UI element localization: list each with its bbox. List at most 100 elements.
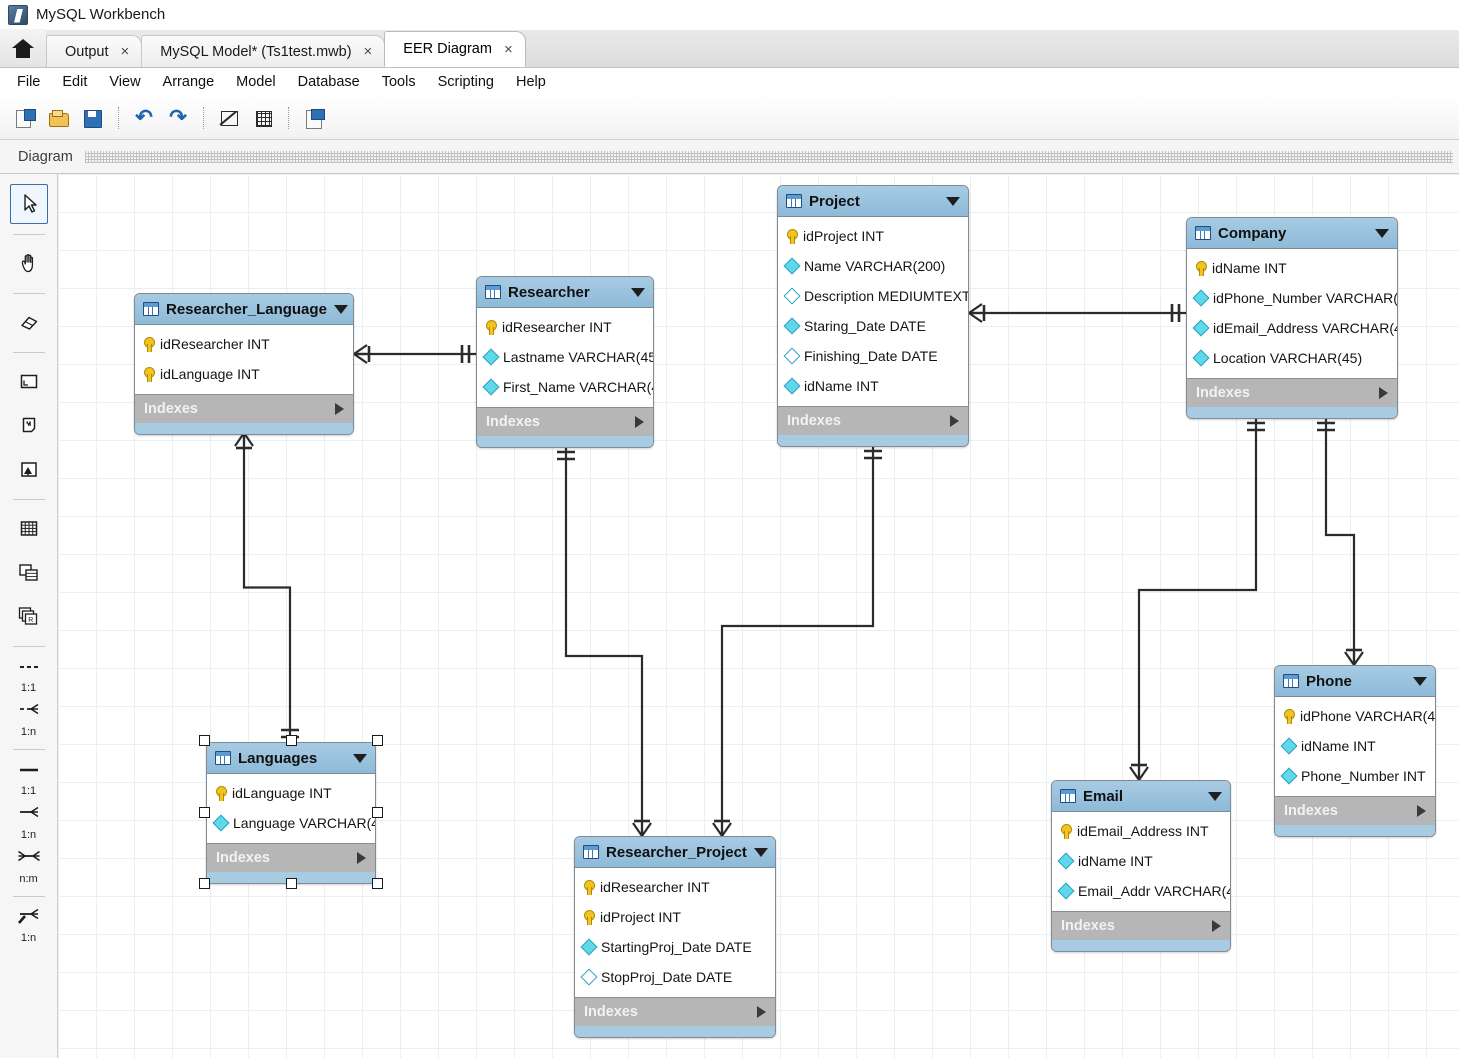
table-tool[interactable] [10,508,48,548]
entity-header[interactable]: Researcher_Language [135,294,353,325]
entity-column[interactable]: First_Name VARCHAR(45) [477,372,653,402]
toggle-edit-button[interactable] [214,103,244,133]
entity-table-company[interactable]: Company idName INT idPhone_Number VARCHAR(… [1186,217,1398,419]
entity-column[interactable]: Phone_Number INT [1275,761,1435,791]
new-document-button[interactable] [10,103,40,133]
chevron-down-icon[interactable] [1208,791,1222,801]
tab-mysql-model[interactable]: MySQL Model* (Ts1test.mwb) × [141,35,386,67]
tab-output[interactable]: Output × [46,35,143,67]
expand-arrow-icon[interactable] [1212,920,1221,932]
entity-header[interactable]: Phone [1275,666,1435,697]
entity-table-researcher[interactable]: Researcher idResearcher INT Lastname VARCH… [476,276,654,448]
expand-arrow-icon[interactable] [635,416,644,428]
menu-view[interactable]: View [98,70,151,94]
toggle-grid-button[interactable] [248,103,278,133]
eer-diagram-canvas[interactable]: Researcher_Language idResearcher INT idLan… [58,174,1459,1058]
entity-table-email[interactable]: Email idEmail_Address INT idName INT Email_… [1051,780,1231,952]
chevron-down-icon[interactable] [353,753,367,763]
home-tab[interactable] [0,29,46,67]
menu-arrange[interactable]: Arrange [152,70,226,94]
entity-indexes-section[interactable]: Indexes [207,843,375,872]
entity-table-languages[interactable]: Languages idLanguage INT Language VARCHAR(… [206,742,376,884]
entity-indexes-section[interactable]: Indexes [575,997,775,1026]
entity-header[interactable]: Company [1187,218,1397,249]
expand-arrow-icon[interactable] [950,415,959,427]
entity-column[interactable]: Email_Addr VARCHAR(45) [1052,876,1230,906]
entity-header[interactable]: Researcher [477,277,653,308]
menu-file[interactable]: File [6,70,51,94]
entity-column[interactable]: idEmail_Address INT [1052,816,1230,846]
entity-header[interactable]: Researcher_Project [575,837,775,868]
relation-1-n-identifying-tool[interactable]: 1:n [10,802,48,842]
entity-indexes-section[interactable]: Indexes [1052,911,1230,940]
entity-indexes-section[interactable]: Indexes [1187,378,1397,407]
new-model-button[interactable] [299,103,329,133]
expand-arrow-icon[interactable] [335,403,344,415]
entity-column[interactable]: idName INT [1052,846,1230,876]
open-document-button[interactable] [44,103,74,133]
entity-column[interactable]: idResearcher INT [575,872,775,902]
close-icon[interactable]: × [121,44,130,59]
entity-indexes-section[interactable]: Indexes [135,394,353,423]
menu-model[interactable]: Model [225,70,287,94]
entity-indexes-section[interactable]: Indexes [477,407,653,436]
entity-column[interactable]: Lastname VARCHAR(45) [477,342,653,372]
chevron-down-icon[interactable] [753,847,768,857]
entity-column[interactable]: idName INT [1275,731,1435,761]
view-tool[interactable] [10,552,48,592]
entity-table-researcher_project[interactable]: Researcher_Project idResearcher INT idProj… [574,836,776,1038]
relation-n-m-tool[interactable]: n:m [10,846,48,886]
tab-eer-diagram[interactable]: EER Diagram × [384,31,526,67]
chevron-down-icon[interactable] [333,304,348,314]
entity-column[interactable]: idResearcher INT [135,329,353,359]
chevron-down-icon[interactable] [946,196,960,206]
pointer-tool[interactable] [9,184,48,224]
entity-column[interactable]: StartingProj_Date DATE [575,932,775,962]
entity-column[interactable]: idResearcher INT [477,312,653,342]
entity-column[interactable]: StopProj_Date DATE [575,962,775,992]
entity-table-phone[interactable]: Phone idPhone VARCHAR(45) idName INT Phone_… [1274,665,1436,837]
chevron-down-icon[interactable] [631,287,645,297]
menu-edit[interactable]: Edit [51,70,98,94]
entity-column[interactable]: idPhone VARCHAR(45) [1275,701,1435,731]
close-icon[interactable]: × [364,44,373,59]
entity-column[interactable]: Location VARCHAR(45) [1187,343,1397,373]
undo-button[interactable]: ↶ [129,103,159,133]
expand-arrow-icon[interactable] [1379,387,1388,399]
expand-arrow-icon[interactable] [357,852,366,864]
entity-table-researcher_language[interactable]: Researcher_Language idResearcher INT idLan… [134,293,354,435]
menu-database[interactable]: Database [287,70,371,94]
entity-column[interactable]: Language VARCHAR(45) [207,808,375,838]
expand-arrow-icon[interactable] [1417,805,1426,817]
eraser-tool[interactable] [10,302,48,342]
image-tool[interactable] [10,449,48,489]
entity-column[interactable]: Staring_Date DATE [778,311,968,341]
entity-column[interactable]: idPhone_Number VARCHAR(45) [1187,283,1397,313]
close-icon[interactable]: × [504,42,513,57]
entity-column[interactable]: idName INT [1187,253,1397,283]
redo-button[interactable]: ↷ [163,103,193,133]
entity-column[interactable]: idLanguage INT [135,359,353,389]
note-tool[interactable] [10,405,48,445]
chevron-down-icon[interactable] [1375,228,1389,238]
entity-indexes-section[interactable]: Indexes [1275,796,1435,825]
chevron-down-icon[interactable] [1413,676,1427,686]
layer-tool[interactable] [10,361,48,401]
entity-header[interactable]: Email [1052,781,1230,812]
menu-help[interactable]: Help [505,70,557,94]
relation-1-1-nonidentifying-tool[interactable]: 1:1 [10,655,48,695]
entity-column[interactable]: idName INT [778,371,968,401]
entity-column[interactable]: idEmail_Address VARCHAR(45) [1187,313,1397,343]
relation-1-1-identifying-tool[interactable]: 1:1 [10,758,48,798]
entity-column[interactable]: idLanguage INT [207,778,375,808]
entity-column[interactable]: Name VARCHAR(200) [778,251,968,281]
entity-column[interactable]: idProject INT [778,221,968,251]
save-document-button[interactable] [78,103,108,133]
menu-tools[interactable]: Tools [371,70,427,94]
entity-indexes-section[interactable]: Indexes [778,406,968,435]
expand-arrow-icon[interactable] [757,1006,766,1018]
relation-1-n-nonidentifying-tool[interactable]: 1:n [10,699,48,739]
entity-column[interactable]: Description MEDIUMTEXT [778,281,968,311]
entity-column[interactable]: Finishing_Date DATE [778,341,968,371]
entity-header[interactable]: Project [778,186,968,217]
